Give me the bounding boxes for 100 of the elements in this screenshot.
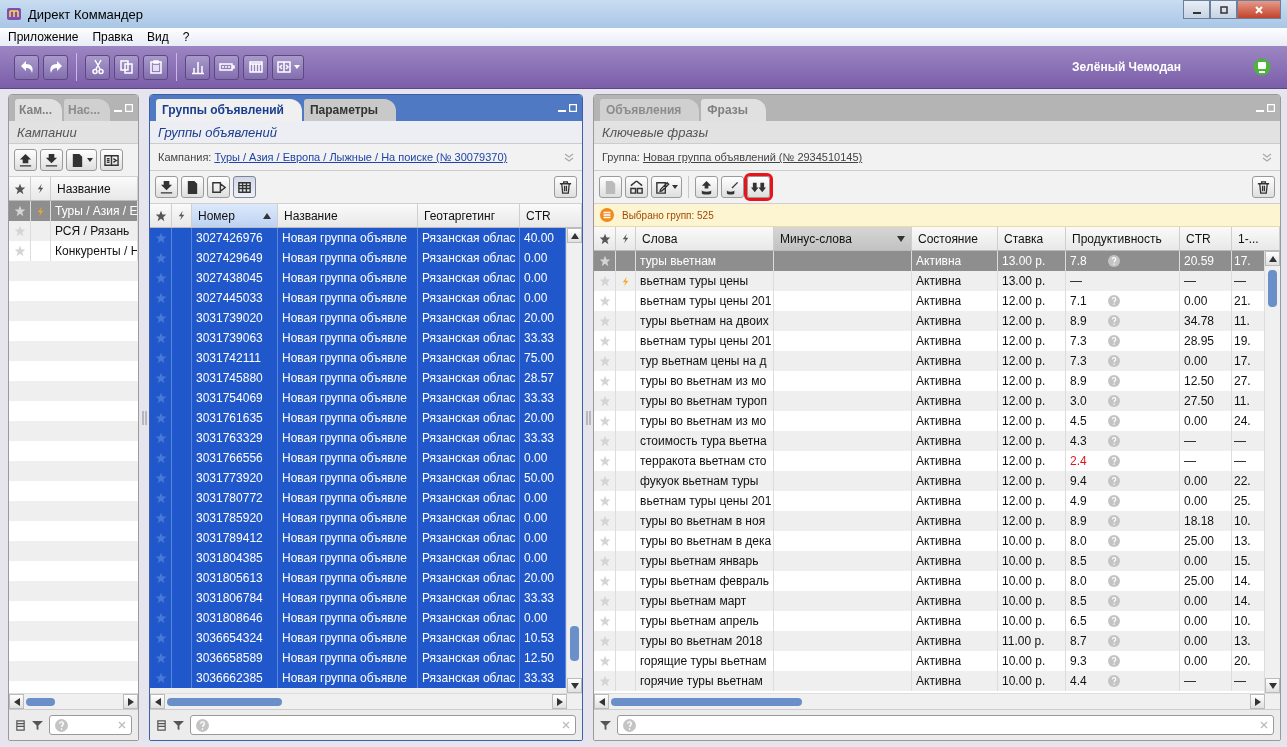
star-icon[interactable]	[154, 512, 167, 524]
scroll-up-button[interactable]	[1265, 251, 1280, 266]
star-icon[interactable]	[598, 515, 611, 527]
star-icon[interactable]	[598, 475, 611, 487]
cut-button[interactable]	[85, 54, 110, 80]
edit-menu-button[interactable]	[651, 176, 682, 198]
help-icon[interactable]	[1108, 555, 1120, 567]
table-row[interactable]: 3031806784 Новая группа объявле Рязанская облас 33.33	[150, 588, 566, 608]
help-icon[interactable]	[1108, 635, 1120, 647]
help-icon[interactable]	[1108, 415, 1120, 427]
scrollbar-thumb[interactable]	[611, 697, 803, 706]
star-icon[interactable]	[598, 655, 611, 667]
star-icon[interactable]	[154, 592, 167, 604]
star-icon[interactable]	[154, 612, 167, 624]
column-header[interactable]: Геотаргетинг	[418, 204, 520, 227]
splitter-grip-icon[interactable]	[585, 410, 591, 425]
table-row[interactable]: 3031754069 Новая группа объявле Рязанская облас 33.33	[150, 388, 566, 408]
table-row[interactable]: 3031780772 Новая группа объявле Рязанская облас 0.00	[150, 488, 566, 508]
star-icon[interactable]	[598, 355, 611, 367]
scroll-left-button[interactable]	[150, 694, 165, 709]
help-icon[interactable]	[1108, 535, 1120, 547]
column-header[interactable]: CTR	[1180, 227, 1232, 250]
table-row[interactable]: 3031785920 Новая группа объявле Рязанская облас 0.00	[150, 508, 566, 528]
menu-item[interactable]: Приложение	[8, 30, 79, 44]
table-row[interactable]: 3031773920 Новая группа объявле Рязанская облас 50.00	[150, 468, 566, 488]
star-icon[interactable]	[154, 432, 167, 444]
table-row[interactable]: 3027426976 Новая группа объявле Рязанская облас 40.00	[150, 228, 566, 248]
scrollbar-thumb[interactable]	[1268, 270, 1277, 308]
table-row[interactable]: 3031805613 Новая группа объявле Рязанская облас 20.00	[150, 568, 566, 588]
network-button[interactable]	[625, 176, 648, 198]
table-row[interactable]: 3031789412 Новая группа объявле Рязанская облас 0.00	[150, 528, 566, 548]
split-button[interactable]	[100, 149, 123, 171]
table-row[interactable]: 3036654324 Новая группа объявле Рязанская облас 10.53	[150, 628, 566, 648]
table-row[interactable]: 3031766556 Новая группа объявле Рязанская облас 0.00	[150, 448, 566, 468]
star-icon[interactable]	[598, 455, 611, 467]
help-icon[interactable]	[1108, 595, 1120, 607]
star-icon[interactable]	[598, 615, 611, 627]
scrollbar-thumb[interactable]	[167, 697, 282, 706]
star-icon[interactable]	[154, 232, 167, 244]
star-icon[interactable]	[154, 332, 167, 344]
help-icon[interactable]	[1108, 615, 1120, 627]
star-icon[interactable]	[154, 372, 167, 384]
scroll-right-button[interactable]	[1250, 694, 1265, 709]
table-row[interactable]: 3031745880 Новая группа объявле Рязанская облас 28.57	[150, 368, 566, 388]
db-up-button[interactable]	[695, 176, 718, 198]
scrollbar-thumb[interactable]	[570, 625, 579, 661]
upload-button[interactable]	[14, 149, 37, 171]
maximize-panel-button[interactable]	[569, 104, 577, 112]
filter-icon[interactable]	[32, 719, 43, 731]
star-icon[interactable]	[154, 552, 167, 564]
star-icon[interactable]	[154, 452, 167, 464]
filter-field[interactable]	[190, 715, 576, 735]
table-row[interactable]: 3027445033 Новая группа объявле Рязанская облас 0.00	[150, 288, 566, 308]
scroll-down-button[interactable]	[567, 678, 582, 693]
maximize-panel-button[interactable]	[125, 104, 133, 112]
maximize-panel-button[interactable]	[1267, 104, 1275, 112]
star-icon[interactable]	[598, 435, 611, 447]
star-icon[interactable]	[598, 335, 611, 347]
collapse-chevron-icon[interactable]	[564, 152, 574, 162]
star-icon[interactable]	[154, 632, 167, 644]
help-icon[interactable]	[1108, 315, 1120, 327]
star-icon[interactable]	[13, 225, 26, 237]
help-icon[interactable]	[1108, 455, 1120, 467]
star-icon[interactable]	[13, 245, 26, 257]
collapse-chevron-icon[interactable]	[1262, 152, 1272, 162]
undo-button[interactable]	[14, 54, 39, 80]
minimize-button[interactable]	[1183, 0, 1210, 19]
copy-button[interactable]	[114, 54, 139, 80]
campaign-link[interactable]: Туры / Азия / Европа / Лыжные / На поиске (№ 30079370)	[214, 151, 508, 163]
filter-field[interactable]	[617, 715, 1274, 735]
table-row[interactable]: 3036662385 Новая группа объявле Рязанская облас 33.33	[150, 668, 566, 688]
help-icon[interactable]	[1108, 495, 1120, 507]
star-icon[interactable]	[154, 352, 167, 364]
clear-icon[interactable]	[1260, 721, 1268, 729]
table-row[interactable]: 3031739020 Новая группа объявле Рязанская облас 20.00	[150, 308, 566, 328]
column-header[interactable]: Продуктивность	[1066, 227, 1180, 250]
star-icon[interactable]	[154, 312, 167, 324]
export-button[interactable]	[207, 176, 230, 198]
menu-item[interactable]: Вид	[146, 30, 169, 44]
help-icon[interactable]	[1108, 435, 1120, 447]
group-link[interactable]: Новая группа объявлений (№ 2934510145)	[642, 151, 863, 163]
star-icon[interactable]	[598, 295, 611, 307]
filter-icon[interactable]	[173, 719, 184, 731]
star-icon[interactable]	[598, 315, 611, 327]
scroll-left-button[interactable]	[594, 694, 609, 709]
table-row[interactable]: 3031742111 Новая группа объявле Рязанская облас 75.00	[150, 348, 566, 368]
star-icon[interactable]	[598, 555, 611, 567]
table-row[interactable]: 3027429649 Новая группа объявле Рязанская облас 0.00	[150, 248, 566, 268]
star-icon[interactable]	[598, 275, 611, 287]
star-icon[interactable]	[598, 395, 611, 407]
star-icon[interactable]	[154, 572, 167, 584]
scrollbar-thumb[interactable]	[26, 697, 55, 706]
scroll-down-button[interactable]	[1265, 678, 1280, 693]
paste-button[interactable]	[143, 54, 168, 80]
star-icon[interactable]	[598, 415, 611, 427]
doc-button[interactable]	[181, 176, 204, 198]
layout-button[interactable]	[272, 54, 304, 80]
table-row[interactable]: 3031804385 Новая группа объявле Рязанская облас 0.00	[150, 548, 566, 568]
table-row[interactable]: 3036658589 Новая группа объявле Рязанская облас 12.50	[150, 648, 566, 668]
column-header[interactable]: Состояние	[912, 227, 998, 250]
